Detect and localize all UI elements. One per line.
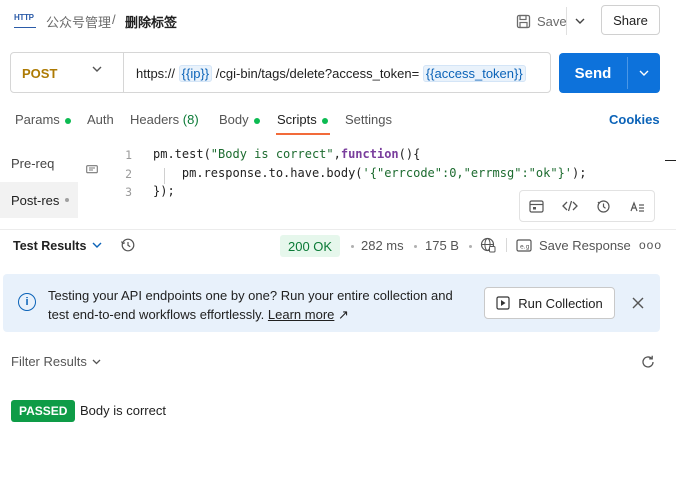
status-badge[interactable]: 200 OK — [280, 235, 341, 257]
tab-headers[interactable]: Headers (8) — [130, 112, 199, 127]
response-size[interactable]: 175 B — [425, 238, 459, 253]
history-icon[interactable] — [587, 191, 621, 221]
tab-body[interactable]: Body — [219, 112, 260, 127]
clean-format-icon[interactable] — [621, 191, 655, 221]
snippets-icon[interactable] — [520, 191, 554, 221]
learn-more-link[interactable]: Learn more — [268, 307, 334, 322]
save-label: Save — [537, 13, 567, 29]
breadcrumb-collection[interactable]: 公众号管理 — [46, 12, 111, 31]
code-string: "Body is correct" — [210, 147, 334, 161]
save-response-icon: e.g — [516, 239, 532, 252]
separator-dot — [414, 245, 417, 248]
line-number: 3 — [125, 185, 132, 199]
line-number: 2 — [125, 167, 132, 181]
chevron-down-icon — [575, 18, 584, 24]
url-variable-ip[interactable]: {{ip}} — [178, 65, 213, 82]
code-token: (){ — [398, 147, 421, 161]
tab-auth[interactable]: Auth — [87, 112, 114, 127]
filter-results-label: Filter Results — [11, 354, 87, 369]
chevron-down-icon — [92, 359, 101, 365]
comment-icon[interactable] — [86, 165, 98, 175]
response-divider — [0, 229, 676, 230]
tab-headers-count: (8) — [182, 112, 199, 127]
code-token: ); — [572, 166, 587, 180]
code-string: '{"errcode":0,"errmsg":"ok"}' — [362, 166, 573, 180]
method-label: POST — [22, 66, 58, 81]
http-request-icon: HTTP — [14, 12, 36, 28]
cookies-link[interactable]: Cookies — [609, 112, 660, 127]
tab-params[interactable]: Params — [15, 112, 71, 127]
banner-message: Testing your API endpoints one by one? R… — [48, 286, 468, 324]
tab-body-indicator — [253, 117, 260, 124]
info-icon: i — [18, 293, 36, 311]
tab-headers-label: Headers — [130, 112, 180, 127]
save-icon — [516, 14, 531, 29]
close-icon[interactable] — [628, 293, 648, 313]
code-line-2: pm.response.to.have.body('{"errcode":0,"… — [153, 166, 587, 180]
url-path: /cgi-bin/tags/delete?access_token= — [215, 66, 420, 81]
more-options-icon[interactable]: ooo — [639, 238, 662, 252]
refresh-icon[interactable] — [638, 352, 658, 372]
breadcrumb-separator: / — [112, 12, 116, 27]
code-token: pm.response.to.have.body( — [153, 166, 363, 180]
play-icon — [496, 296, 510, 310]
save-options-caret[interactable] — [566, 7, 592, 35]
active-tab-underline — [276, 133, 330, 135]
run-collection-button[interactable]: Run Collection — [484, 287, 615, 319]
banner-text: Testing your API endpoints one by one? R… — [48, 288, 453, 322]
response-time[interactable]: 282 ms — [361, 238, 404, 253]
url-variable-access-token[interactable]: {{access_token}} — [422, 65, 526, 82]
tab-body-label: Body — [219, 112, 249, 127]
test-result-name: Body is correct — [80, 403, 166, 418]
send-options-button[interactable] — [628, 53, 660, 93]
network-globe-icon[interactable] — [480, 237, 496, 253]
url-prefix: https:// — [136, 66, 176, 81]
breadcrumb-request-name[interactable]: 删除标签 — [125, 12, 177, 31]
post-response-label: Post-res — [11, 192, 60, 208]
url-input[interactable]: https:// {{ip}} /cgi-bin/tags/delete?acc… — [136, 65, 526, 82]
tab-params-label: Params — [15, 112, 60, 127]
response-history-icon[interactable] — [120, 237, 136, 253]
line-number: 1 — [125, 148, 132, 162]
chevron-down-icon — [639, 70, 649, 76]
share-button[interactable]: Share — [601, 5, 660, 35]
save-button[interactable]: Save — [508, 7, 575, 35]
code-line-1: pm.test("Body is correct",function(){ — [153, 147, 420, 161]
run-collection-label: Run Collection — [518, 295, 603, 311]
tab-scripts[interactable]: Scripts — [277, 112, 328, 127]
text-cursor — [665, 160, 676, 161]
tab-scripts-indicator — [321, 117, 328, 124]
chevron-down-icon[interactable] — [92, 66, 102, 72]
script-tab-pre-request[interactable]: Pre-req — [0, 146, 78, 180]
svg-text:e.g: e.g — [520, 244, 530, 251]
post-response-indicator — [65, 198, 70, 202]
toolbar-divider — [506, 238, 507, 252]
tab-params-indicator — [64, 117, 71, 124]
code-icon[interactable] — [554, 191, 588, 221]
send-button[interactable]: Send — [559, 53, 627, 93]
separator-dot — [351, 245, 354, 248]
script-tab-post-response[interactable]: Post-res — [0, 182, 78, 218]
save-response-button[interactable]: e.g Save Response — [516, 238, 631, 253]
editor-toolbar — [519, 190, 655, 222]
save-response-label: Save Response — [539, 238, 631, 253]
test-results-dropdown[interactable]: Test Results — [13, 239, 86, 253]
code-keyword: function — [340, 147, 399, 161]
code-token: pm.test( — [153, 147, 211, 161]
tab-settings[interactable]: Settings — [345, 112, 392, 127]
code-line-3: }); — [153, 184, 175, 198]
test-status-badge: PASSED — [11, 400, 76, 422]
separator-dot — [469, 245, 472, 248]
chevron-down-icon[interactable] — [92, 238, 102, 252]
code-token: , — [333, 147, 341, 161]
pre-request-label: Pre-req — [11, 155, 55, 171]
tab-scripts-label: Scripts — [277, 112, 317, 127]
filter-results-dropdown[interactable]: Filter Results — [11, 354, 101, 369]
external-link-icon[interactable]: ↗ — [338, 307, 349, 322]
